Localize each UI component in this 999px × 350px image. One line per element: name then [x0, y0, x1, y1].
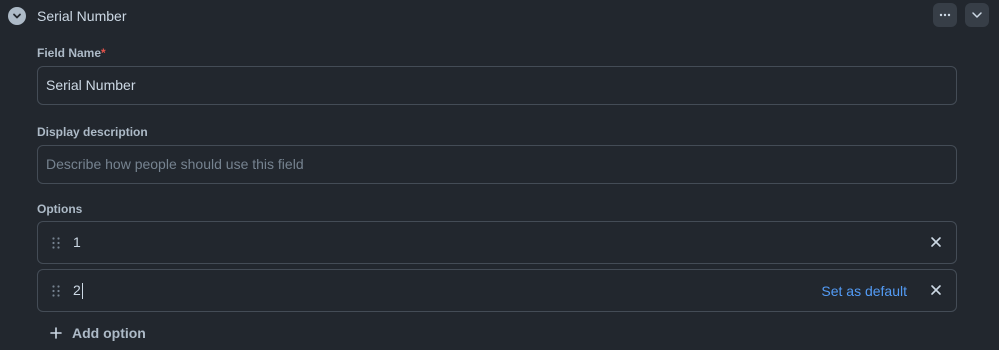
option-row: 1: [37, 221, 957, 264]
option-row: 2 Set as default: [37, 269, 957, 312]
close-icon[interactable]: [930, 236, 942, 248]
display-description-input[interactable]: Describe how people should use this fiel…: [37, 145, 957, 184]
field-title: Serial Number: [37, 8, 127, 24]
option-input[interactable]: 1: [73, 234, 81, 251]
grabber-icon[interactable]: [51, 284, 61, 298]
add-option-button[interactable]: Add option: [50, 324, 146, 342]
options-label: Options: [37, 202, 83, 216]
expand-button[interactable]: [965, 3, 989, 27]
more-options-button[interactable]: [933, 3, 957, 27]
grabber-icon[interactable]: [51, 236, 61, 250]
field-header: Serial Number: [0, 0, 999, 32]
option-input-value: 2: [73, 282, 81, 298]
required-mark: *: [101, 46, 106, 60]
set-as-default-link[interactable]: Set as default: [821, 283, 907, 300]
option-input[interactable]: 2: [73, 282, 83, 300]
field-name-label-text: Field Name: [37, 46, 102, 60]
kebab-horizontal-icon: [939, 13, 951, 17]
text-caret: [81, 283, 83, 300]
display-description-label: Display description: [37, 125, 148, 139]
add-option-label: Add option: [72, 325, 146, 341]
close-icon[interactable]: [930, 284, 942, 296]
chevron-down-icon: [13, 13, 21, 19]
plus-icon: [50, 327, 62, 339]
chevron-down-icon: [972, 12, 982, 18]
collapse-button[interactable]: [8, 7, 26, 25]
field-name-input[interactable]: Serial Number: [37, 66, 957, 105]
field-name-label: Field Name*: [37, 46, 106, 60]
